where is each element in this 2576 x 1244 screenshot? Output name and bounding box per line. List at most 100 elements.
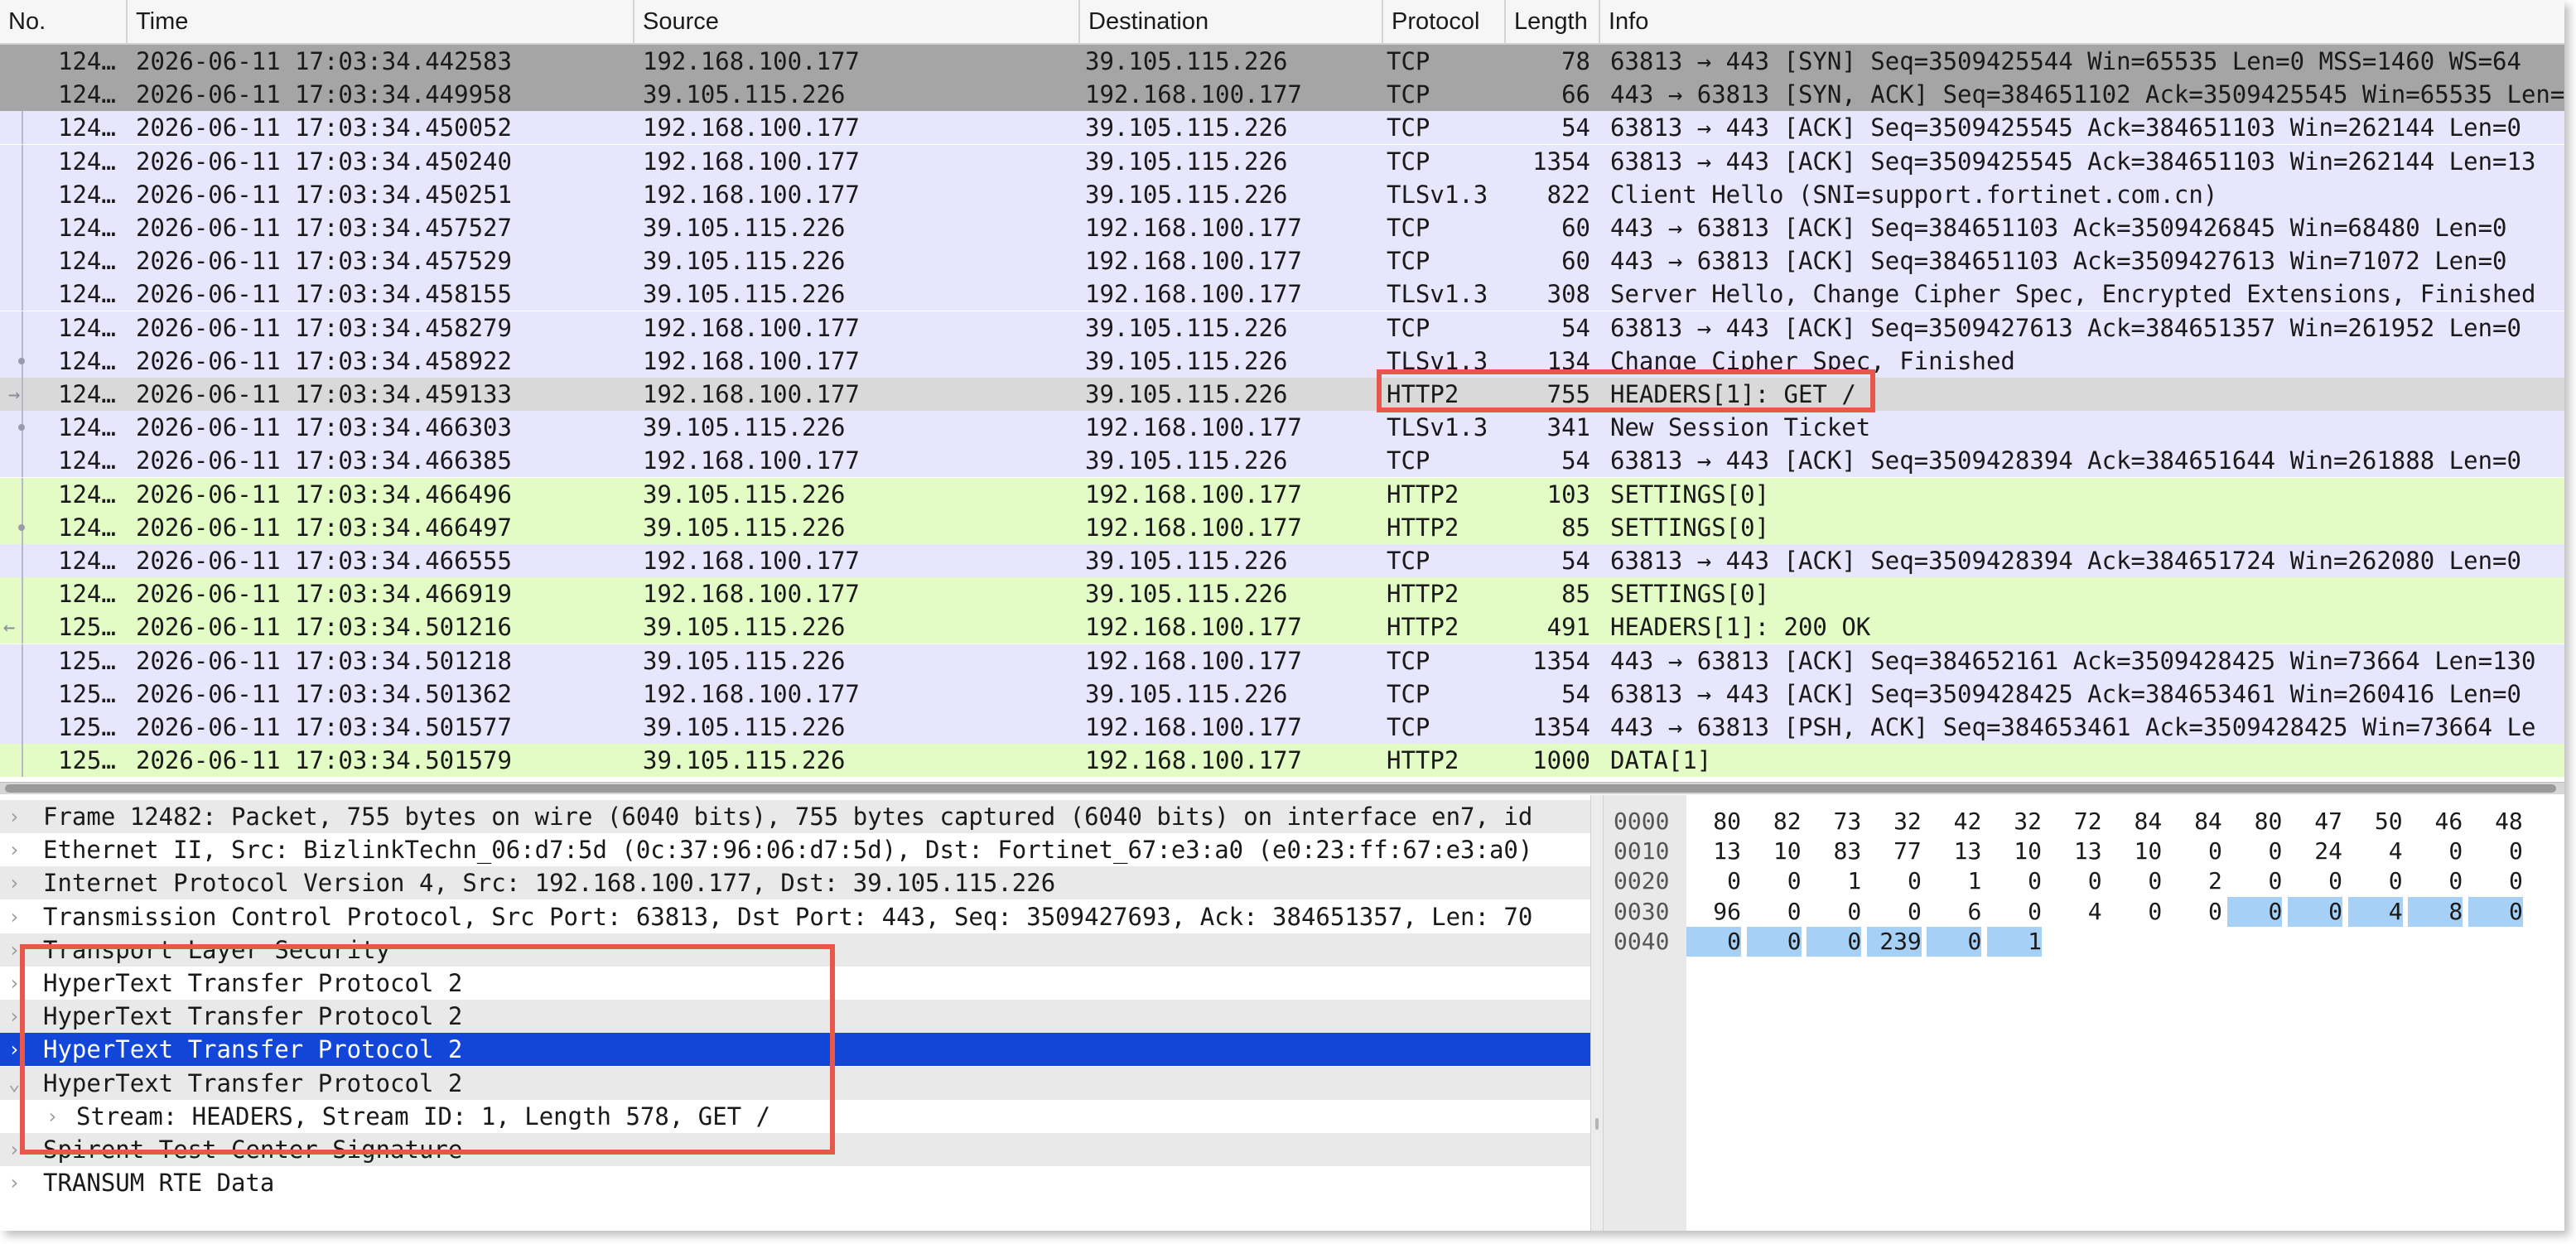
byte-value[interactable]: 46 (2408, 807, 2463, 837)
byte-value[interactable]: 83 (1807, 837, 1861, 866)
byte-value[interactable]: 0 (1807, 926, 1862, 957)
column-header-protocol[interactable]: Protocol (1383, 0, 1506, 43)
splitter-grip[interactable] (1595, 1118, 1599, 1130)
packet-row[interactable]: 124… 2026-06-11 17:03:34.442583 192.168.10… (0, 45, 2564, 78)
byte-value[interactable]: 0 (2348, 866, 2403, 896)
byte-value[interactable]: 0 (1927, 926, 1982, 957)
tree-item[interactable]: › TRANSUM RTE Data (0, 1166, 1590, 1199)
byte-value[interactable]: 77 (1867, 837, 1922, 866)
tree-item[interactable]: › Internet Protocol Version 4, Src: 192.1… (0, 866, 1590, 900)
byte-value[interactable]: 0 (2288, 866, 2342, 896)
byte-value[interactable]: 96 (1686, 897, 1741, 927)
packet-row[interactable]: 124… 2026-06-11 17:03:34.458279 192.168.10… (0, 311, 2564, 345)
expand-chevron-icon[interactable]: › (8, 1166, 31, 1199)
byte-value[interactable]: 0 (1867, 866, 1922, 896)
packet-row[interactable]: 124… 2026-06-11 17:03:34.450251 192.168.10… (0, 177, 2564, 211)
byte-value[interactable]: 0 (2107, 866, 2162, 896)
tree-item-selected[interactable]: › HyperText Transfer Protocol 2 (0, 1033, 1590, 1067)
packet-row[interactable]: 124… 2026-06-11 17:03:34.458155 39.105.115… (0, 277, 2564, 311)
byte-value[interactable]: 0 (2468, 866, 2523, 896)
byte-value[interactable]: 13 (1927, 837, 1982, 866)
expand-chevron-icon[interactable]: › (8, 833, 31, 866)
byte-value[interactable]: 0 (1746, 926, 1802, 957)
byte-value[interactable]: 0 (1867, 897, 1922, 927)
expand-chevron-icon[interactable]: › (8, 1133, 31, 1166)
scrollbar-thumb[interactable] (5, 784, 2556, 793)
packet-row[interactable]: 125… 2026-06-11 17:03:34.501216 39.105.115… (0, 610, 2564, 644)
byte-value[interactable]: 1 (1807, 866, 1861, 896)
byte-value[interactable]: 0 (1686, 926, 1741, 957)
column-header-length[interactable]: Length (1506, 0, 1600, 43)
packet-row[interactable]: 124… 2026-06-11 17:03:34.466919 192.168.10… (0, 577, 2564, 611)
byte-value[interactable]: 0 (1747, 897, 1802, 927)
packet-row[interactable]: 124… 2026-06-11 17:03:34.450052 192.168.10… (0, 111, 2564, 145)
byte-value[interactable]: 2 (2168, 866, 2222, 896)
byte-value[interactable]: 6 (1927, 897, 1982, 927)
byte-value[interactable]: 82 (1747, 807, 1802, 837)
packet-row[interactable]: 125… 2026-06-11 17:03:34.501579 39.105.115… (0, 744, 2564, 778)
expand-chevron-icon[interactable]: › (8, 800, 31, 833)
byte-value[interactable]: 0 (2168, 897, 2222, 927)
byte-value[interactable]: 0 (1987, 866, 2042, 896)
expand-chevron-icon[interactable]: › (8, 866, 31, 899)
byte-value[interactable]: 32 (1987, 807, 2042, 837)
byte-value[interactable]: 0 (2288, 896, 2342, 927)
expand-chevron-icon[interactable]: › (46, 1100, 70, 1133)
packet-details-pane[interactable]: › Frame 12482: Packet, 755 bytes on wire … (0, 795, 1590, 1231)
byte-value[interactable]: 4 (2347, 896, 2403, 927)
column-header-source[interactable]: Source (634, 0, 1080, 43)
tree-item[interactable]: › Transmission Control Protocol, Src Port… (0, 900, 1590, 933)
packet-row[interactable]: 125… 2026-06-11 17:03:34.501577 39.105.115… (0, 711, 2564, 744)
byte-value[interactable]: 0 (1686, 866, 1741, 896)
tree-item[interactable]: › Spirent Test Center Signature (0, 1133, 1590, 1166)
byte-value[interactable]: 80 (2227, 807, 2283, 837)
byte-value[interactable]: 239 (1866, 926, 1922, 957)
packet-row[interactable]: 124… 2026-06-11 17:03:34.457529 39.105.115… (0, 244, 2564, 278)
byte-value[interactable]: 32 (1867, 807, 1922, 837)
tree-item[interactable]: › HyperText Transfer Protocol 2 (0, 1000, 1590, 1034)
packet-row[interactable]: 124… 2026-06-11 17:03:34.449958 39.105.115… (0, 78, 2564, 112)
tree-item[interactable]: › Frame 12482: Packet, 755 bytes on wire … (0, 800, 1590, 833)
expand-chevron-icon[interactable]: › (8, 1000, 31, 1033)
byte-value[interactable]: 84 (2107, 807, 2162, 837)
packet-row[interactable]: 124… 2026-06-11 17:03:34.457527 39.105.115… (0, 211, 2564, 244)
byte-value[interactable]: 0 (1747, 866, 1802, 896)
packet-row[interactable]: 124… 2026-06-11 17:03:34.450240 192.168.10… (0, 144, 2564, 178)
byte-value[interactable]: 10 (1747, 837, 1802, 866)
column-header-no[interactable]: No. (0, 0, 128, 43)
byte-value[interactable]: 72 (2048, 807, 2102, 837)
byte-value[interactable]: 73 (1807, 807, 1861, 837)
byte-value[interactable]: 0 (2107, 897, 2162, 927)
expand-chevron-icon[interactable]: › (8, 933, 31, 967)
byte-value[interactable]: 80 (1686, 807, 1741, 837)
byte-value[interactable]: 0 (2408, 866, 2463, 896)
column-header-destination[interactable]: Destination (1080, 0, 1383, 43)
tree-subitem[interactable]: › Stream: HEADERS, Stream ID: 1, Length 5… (0, 1100, 1590, 1133)
byte-value[interactable]: 0 (2467, 896, 2523, 927)
packet-bytes-pane[interactable]: 0000 0010 0020 0030 0040 80 82 73 32 42 32 72 84 84 8… (1604, 795, 2564, 1231)
byte-value[interactable]: 50 (2348, 807, 2403, 837)
packet-list-pane[interactable]: No. Time Source Destination Protocol Len… (0, 0, 2564, 794)
column-header-info[interactable]: Info (1600, 0, 2564, 43)
byte-value[interactable]: 0 (2227, 896, 2283, 927)
byte-value[interactable]: 47 (2288, 807, 2342, 837)
byte-value[interactable]: 42 (1927, 807, 1982, 837)
packet-row[interactable]: 124… 2026-06-11 17:03:34.466303 39.105.115… (0, 411, 2564, 445)
byte-value[interactable]: 4 (2048, 897, 2102, 927)
byte-value[interactable]: 84 (2168, 807, 2222, 837)
byte-value[interactable]: 13 (2048, 837, 2102, 866)
byte-value[interactable]: 48 (2468, 807, 2523, 837)
packet-row[interactable]: 125… 2026-06-11 17:03:34.501362 192.168.10… (0, 677, 2564, 711)
byte-value[interactable]: 0 (2227, 866, 2283, 896)
column-header-time[interactable]: Time (128, 0, 634, 43)
byte-value[interactable]: 8 (2408, 896, 2463, 927)
packet-row[interactable]: 125… 2026-06-11 17:03:34.501218 39.105.115… (0, 644, 2564, 677)
packet-row[interactable]: 124… 2026-06-11 17:03:34.466385 192.168.10… (0, 444, 2564, 478)
packet-list-horizontal-scrollbar[interactable] (0, 782, 2564, 794)
packet-row[interactable]: 124… 2026-06-11 17:03:34.458922 192.168.10… (0, 344, 2564, 378)
byte-value[interactable]: 0 (1807, 897, 1861, 927)
byte-value[interactable]: 0 (2168, 837, 2222, 866)
byte-value[interactable]: 0 (2227, 837, 2283, 866)
tree-item[interactable]: › Transport Layer Security (0, 933, 1590, 967)
byte-value[interactable]: 0 (1987, 897, 2042, 927)
